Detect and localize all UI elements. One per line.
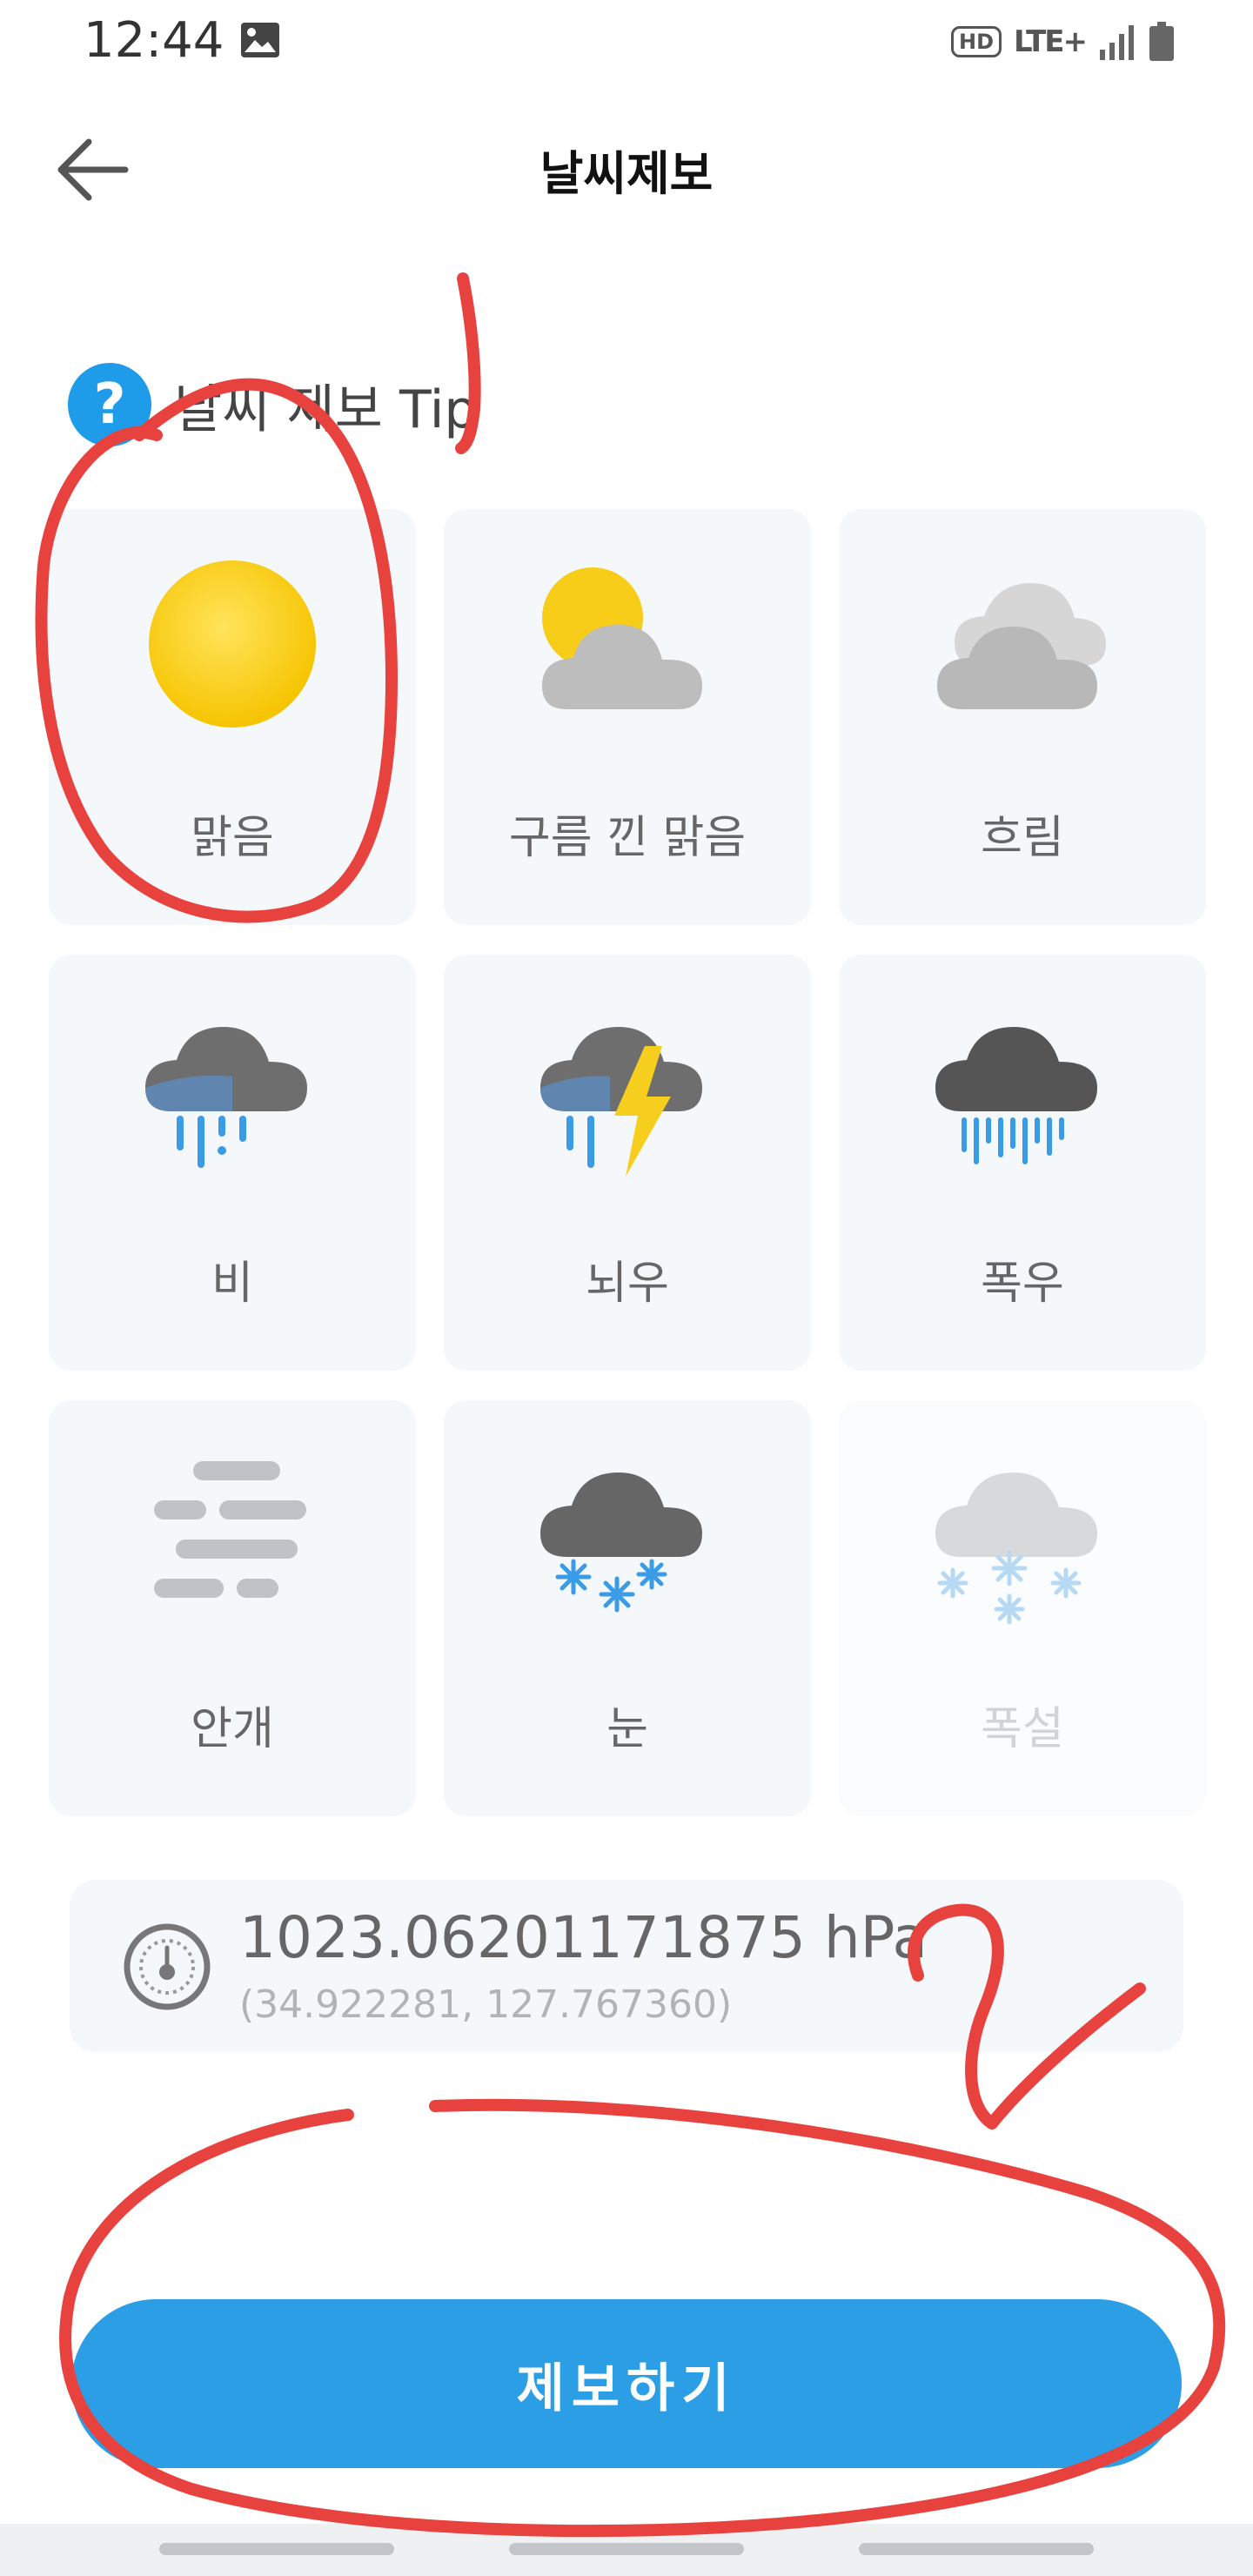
page-title: 날씨제보 (539, 146, 714, 201)
weather-option-label: 눈 (606, 1703, 648, 1755)
weather-tip-link[interactable]: ? 날씨 제보 Tip (68, 361, 478, 448)
weather-option-partly-cloudy[interactable]: 구름 낀 맑음 (444, 509, 811, 925)
weather-option-rain[interactable]: 비 (49, 955, 416, 1371)
weather-option-label: 폭우 (981, 1258, 1064, 1310)
weather-option-label: 구름 낀 맑음 (508, 812, 747, 864)
rain-icon (145, 1027, 307, 1168)
location-coords: (34.922281, 127.767360) (239, 1982, 733, 2027)
nav-recents-button[interactable] (159, 2543, 394, 2555)
weather-option-label: 안개 (191, 1703, 274, 1755)
status-bar: 12:44 HD LTE+ (0, 0, 1253, 87)
heavy-snow-icon (935, 1472, 1097, 1625)
status-icons: HD LTE+ (951, 16, 1175, 68)
nav-back-button[interactable] (859, 2543, 1094, 2555)
weather-option-label: 맑음 (191, 812, 274, 864)
system-nav-bar (0, 2524, 1253, 2576)
partly-cloudy-icon (542, 567, 702, 709)
gauge-icon (124, 1923, 211, 2010)
fog-icon (154, 1461, 306, 1598)
submit-report-button[interactable]: 제보하기 (71, 2299, 1182, 2468)
weather-option-heavy-snow: 폭설 (839, 1400, 1206, 1816)
sun-icon (149, 560, 316, 728)
weather-option-label: 비 (211, 1258, 253, 1310)
thunderstorm-icon (540, 1027, 702, 1177)
signal-icon (1100, 25, 1134, 60)
gallery-icon (241, 23, 279, 57)
weather-option-thunderstorm[interactable]: 뇌우 (444, 955, 811, 1371)
weather-option-label: 흐림 (981, 812, 1064, 864)
pressure-info: 1023.06201171875 hPa (34.922281, 127.767… (70, 1880, 1183, 2052)
tip-label: 날씨 제보 Tip (174, 379, 478, 440)
question-icon: ? (68, 363, 151, 446)
battery-icon (1149, 22, 1174, 61)
lte-plus-icon: LTE+ (1014, 24, 1088, 59)
pressure-value: 1023.06201171875 hPa (239, 1904, 928, 1971)
heavy-rain-icon (935, 1027, 1097, 1164)
weather-options-grid: 맑음 구름 낀 맑음 흐림 비 뇌우 폭우 안개 눈 폭설 (49, 509, 1206, 1816)
app-bar: 날씨제보 (0, 87, 1253, 244)
weather-option-label: 뇌우 (586, 1258, 669, 1310)
weather-option-fog[interactable]: 안개 (49, 1400, 416, 1816)
weather-option-heavy-rain[interactable]: 폭우 (839, 955, 1206, 1371)
weather-option-snow[interactable]: 눈 (444, 1400, 811, 1816)
weather-option-cloudy[interactable]: 흐림 (839, 509, 1206, 925)
hd-voice-icon: HD (951, 26, 1002, 57)
weather-option-label: 폭설 (981, 1703, 1064, 1755)
nav-home-button[interactable] (509, 2543, 744, 2555)
snow-icon (540, 1472, 702, 1613)
weather-option-clear[interactable]: 맑음 (49, 509, 416, 925)
cloudy-icon (937, 583, 1106, 709)
status-time: 12:44 (84, 12, 224, 69)
